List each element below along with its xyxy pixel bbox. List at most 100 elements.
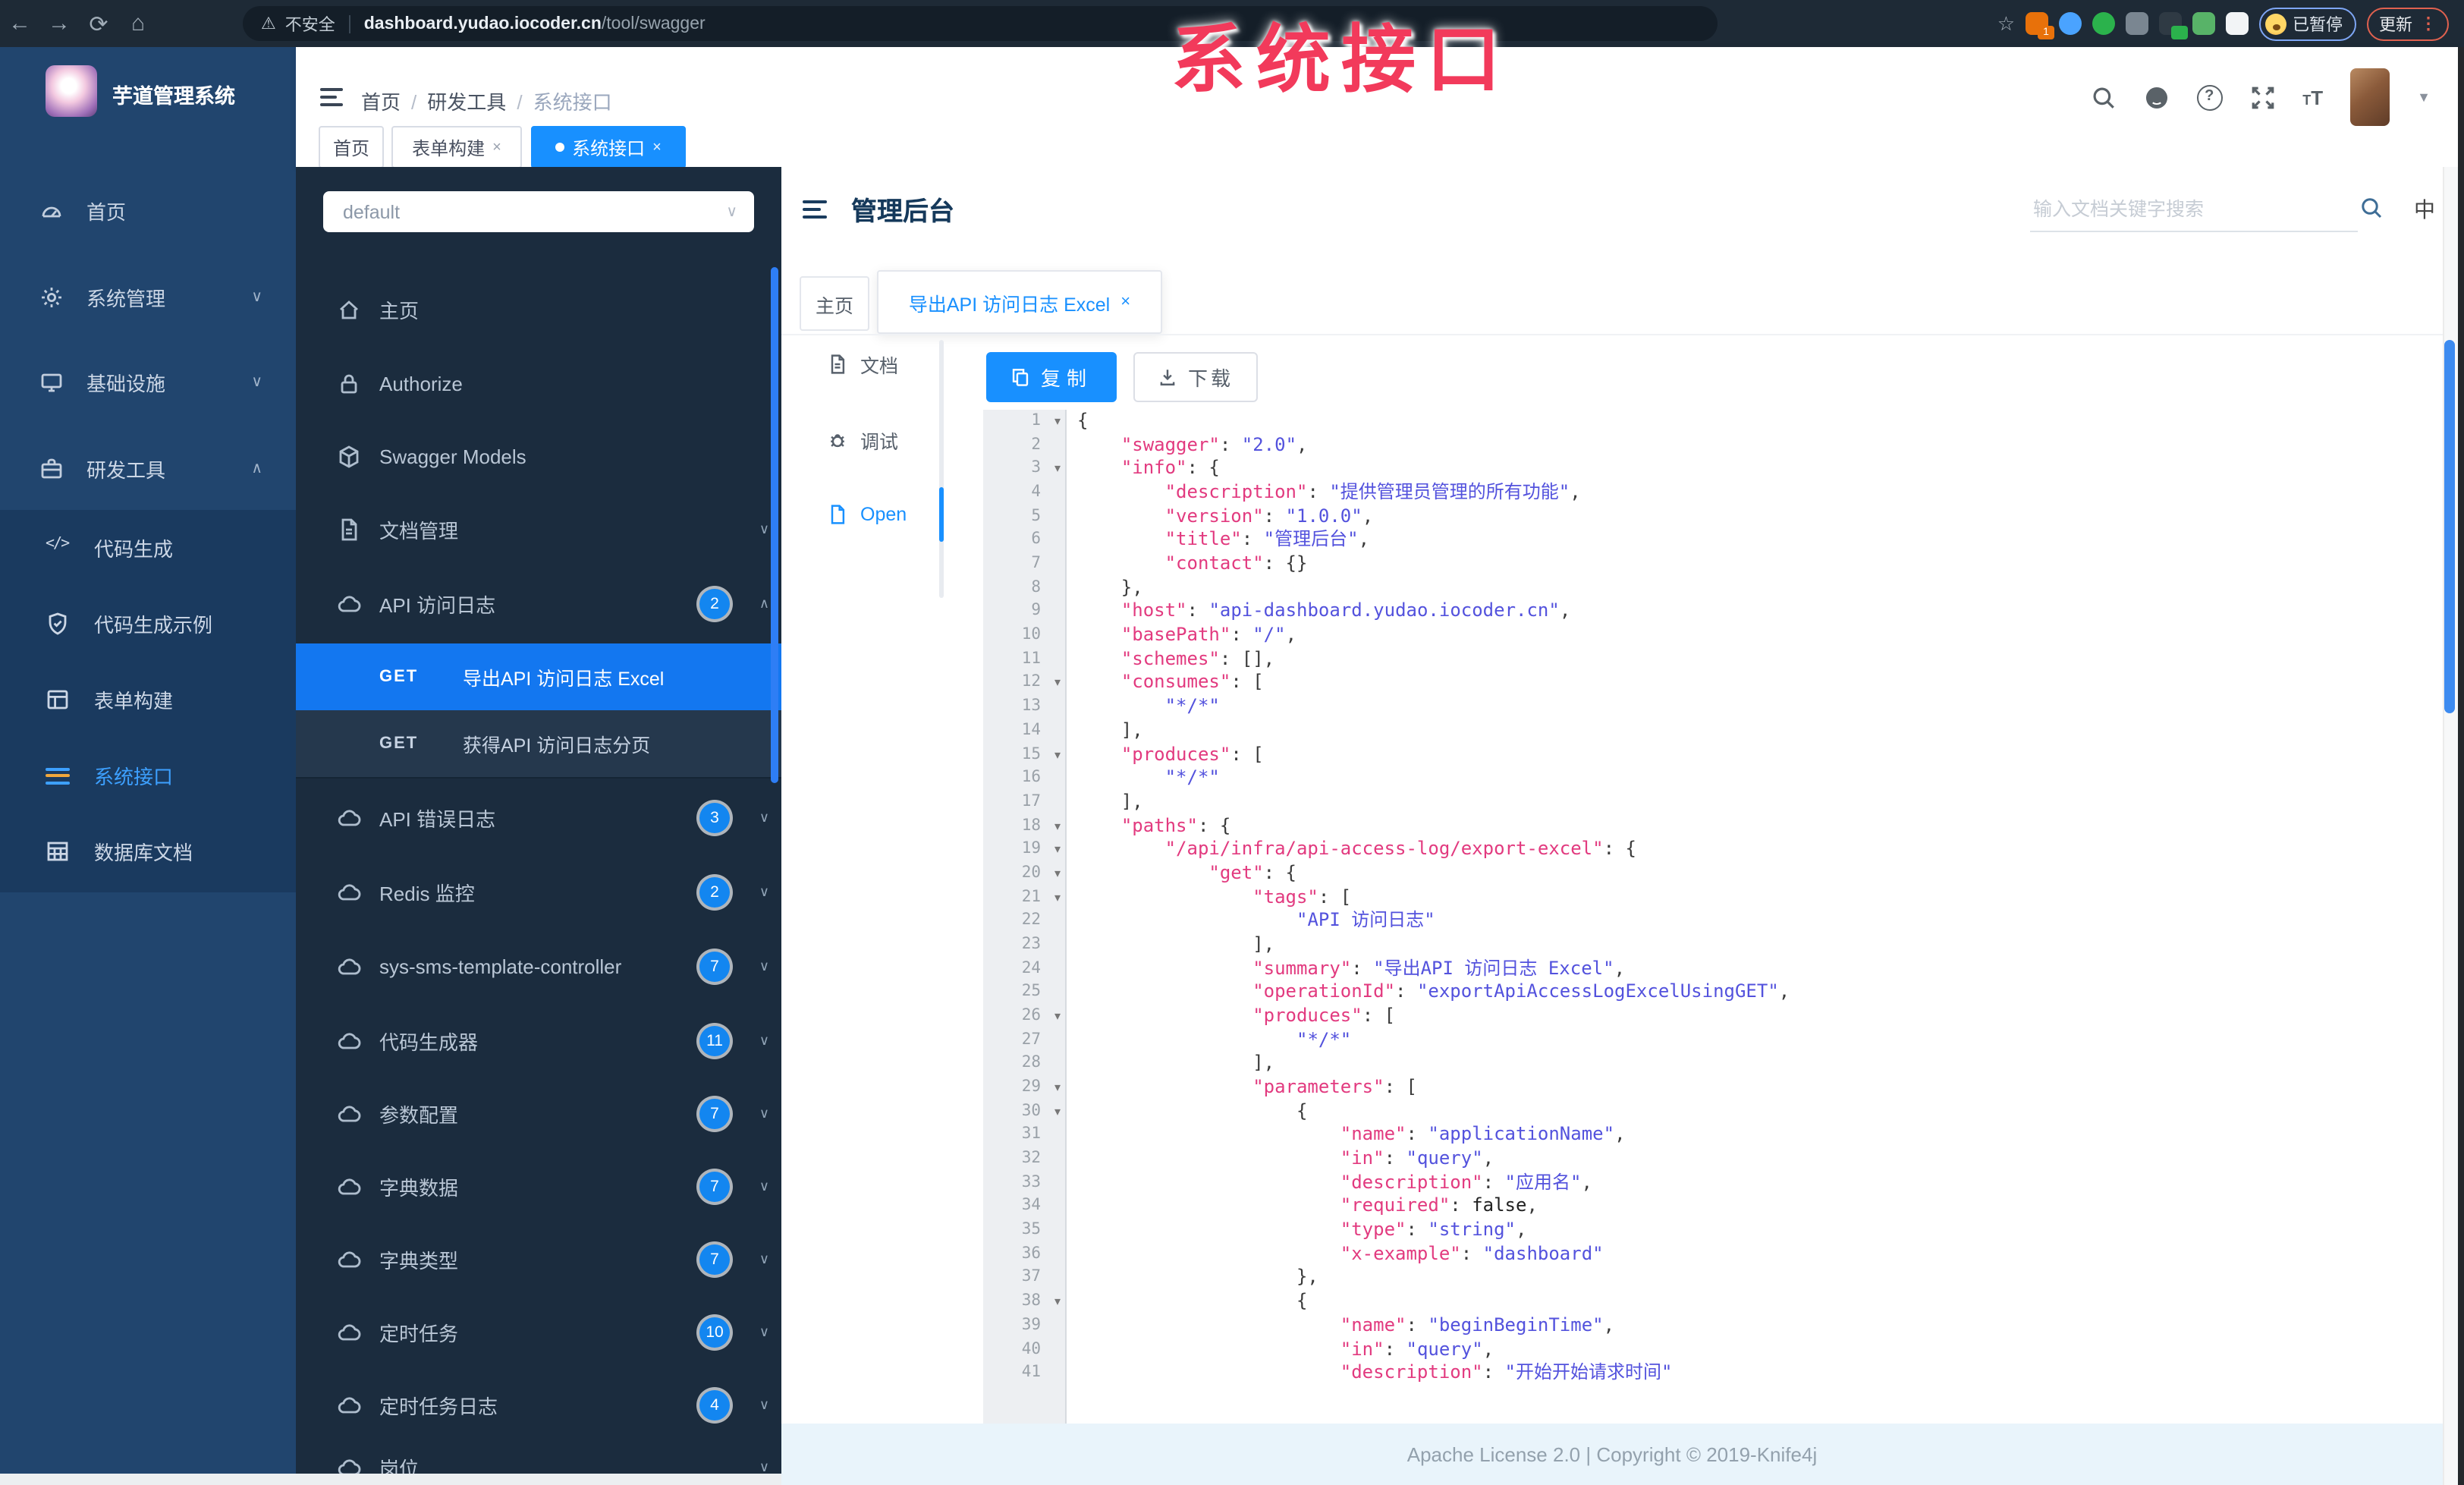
mini-nav-active-indicator (939, 487, 944, 542)
api-menu-label: API 访问日志 (379, 594, 496, 617)
fullscreen-icon[interactable] (2249, 84, 2275, 110)
user-avatar[interactable] (2350, 68, 2390, 126)
form-icon (46, 687, 70, 712)
doc-collapse-icon[interactable] (803, 200, 827, 219)
bookmark-star-icon[interactable]: ☆ (1997, 11, 2015, 36)
browser-menu-icon[interactable]: ⋮ (2420, 14, 2437, 33)
ext-orange[interactable]: 1 (2026, 12, 2054, 39)
page-tab-2[interactable]: 表单构建 × (391, 126, 522, 168)
browser-back-icon[interactable]: ← (0, 11, 39, 36)
paused-pill[interactable]: 已暂停 (2259, 7, 2356, 40)
browser-home-icon[interactable]: ⌂ (118, 11, 158, 36)
api-menu-item-8[interactable]: sys-sms-template-controller 7 ∨ (296, 930, 781, 1004)
fold-arrow-icon[interactable]: ▾ (1054, 886, 1061, 909)
fold-arrow-icon[interactable]: ▾ (1054, 743, 1061, 766)
fold-arrow-icon[interactable]: ▾ (1054, 814, 1061, 838)
sidebar-item-1[interactable]: 首页 (0, 168, 296, 253)
line-number: 15 (1021, 744, 1041, 763)
doc-tab-2[interactable]: 导出API 访问日志 Excel × (877, 270, 1162, 334)
api-menu-label: API 错误日志 (379, 808, 496, 831)
breadcrumb-item[interactable]: 研发工具 (427, 91, 506, 114)
help-icon[interactable]: ? (2196, 84, 2223, 110)
api-menu-item-11[interactable]: 字典数据 7 ∨ (296, 1150, 781, 1224)
api-menu-item-10[interactable]: 参数配置 7 ∨ (296, 1077, 781, 1151)
mini-nav-open[interactable]: Open (781, 484, 939, 545)
main-scrollbar-thumb[interactable] (2444, 340, 2455, 713)
line-number: 24 (1021, 958, 1041, 977)
mini-nav-文档[interactable]: 文档 (781, 334, 939, 395)
code-editor[interactable]: { "swagger": "2.0", "info": { "descripti… (1077, 410, 2464, 1424)
extension-badge (2171, 26, 2188, 39)
ext-grid[interactable] (2126, 12, 2148, 35)
ext-dark-monkey[interactable] (2159, 12, 2188, 39)
api-menu-item-5[interactable]: API 访问日志 2 ∧ (296, 567, 781, 641)
close-tab-icon[interactable]: × (652, 139, 662, 156)
api-menu-item-6[interactable]: API 错误日志 3 ∨ (296, 781, 781, 855)
doc-search-icon[interactable] (2359, 196, 2384, 220)
code-line: "swagger": "2.0", (1120, 433, 1308, 455)
mini-nav-调试[interactable]: 调试 (781, 409, 939, 470)
api-menu-item-4[interactable]: 文档管理 ∨ (296, 492, 781, 567)
api-menu-item-3[interactable]: Swagger Models (296, 420, 781, 494)
api-menu-item-2[interactable]: Authorize (296, 347, 781, 421)
file-icon (827, 504, 848, 525)
sidebar-subitem-3[interactable]: 表单构建 (0, 662, 296, 738)
doc-tab-1[interactable]: 主页 (800, 276, 869, 331)
close-tab-icon[interactable]: × (1120, 293, 1130, 311)
fold-arrow-icon[interactable]: ▾ (1054, 410, 1061, 433)
logo[interactable]: 芋道管理系统 (0, 56, 296, 147)
api-group-select[interactable]: default ∨ (323, 191, 754, 232)
breadcrumb-item: 系统接口 (533, 91, 612, 114)
browser-forward-icon[interactable]: → (39, 11, 79, 36)
breadcrumb-item[interactable]: 首页 (361, 91, 401, 114)
sidebar-subitem-2[interactable]: 代码生成示例 (0, 586, 296, 662)
api-menu-item-9[interactable]: 代码生成器 11 ∨ (296, 1004, 781, 1078)
api-menu-item-7[interactable]: Redis 监控 2 ∨ (296, 855, 781, 930)
fold-arrow-icon[interactable]: ▾ (1054, 1100, 1061, 1123)
browser-refresh-icon[interactable]: ⟳ (79, 10, 118, 37)
ext-paw[interactable] (2226, 12, 2249, 35)
close-tab-icon[interactable]: × (492, 139, 501, 156)
sidebar-item-4[interactable]: 研发工具 ∧ (0, 426, 296, 511)
api-menu-item-12[interactable]: 字典类型 7 ∨ (296, 1222, 781, 1297)
page-tab-1[interactable]: 首页 (319, 126, 384, 168)
page-tab-3[interactable]: 系统接口 × (531, 126, 686, 168)
search-icon[interactable] (2090, 84, 2116, 110)
fold-arrow-icon[interactable]: ▾ (1054, 838, 1061, 861)
fold-arrow-icon[interactable]: ▾ (1054, 1005, 1061, 1028)
sidebar-item-label: 首页 (86, 201, 127, 224)
copy-button[interactable]: 复制 (986, 352, 1117, 402)
language-icon[interactable]: 中 (2414, 194, 2435, 225)
ext-leaf[interactable] (2192, 12, 2215, 35)
fold-arrow-icon[interactable]: ▾ (1054, 458, 1061, 481)
fold-arrow-icon[interactable]: ▾ (1054, 1290, 1061, 1314)
api-operation-2[interactable]: GET 获得API 访问日志分页 (296, 710, 781, 779)
sidebar-subitem-4[interactable]: 系统接口 (0, 738, 296, 813)
doc-icon (827, 354, 848, 375)
url-text[interactable]: dashboard.yudao.iocoder.cn/tool/swagger (364, 14, 706, 33)
update-pill[interactable]: 更新 ⋮ (2367, 7, 2449, 40)
api-operation-label: 获得API 访问日志分页 (463, 735, 651, 757)
api-operation-1[interactable]: GET 导出API 访问日志 Excel (296, 643, 781, 712)
fold-arrow-icon[interactable]: ▾ (1054, 862, 1061, 886)
github-icon[interactable] (2143, 84, 2169, 110)
sidebar-item-3[interactable]: 基础设施 ∨ (0, 340, 296, 425)
download-button[interactable]: 下载 (1133, 352, 1258, 402)
sidebar-subitem-1[interactable]: </> 代码生成 (0, 510, 296, 586)
cloud-icon (337, 880, 361, 905)
menu-collapse-icon[interactable] (320, 88, 343, 106)
doc-search-input[interactable] (2030, 188, 2358, 232)
fold-arrow-icon[interactable]: ▾ (1054, 672, 1061, 695)
ext-green-check[interactable] (2092, 12, 2115, 35)
bottom-edge (0, 1474, 781, 1485)
code-line: ], (1077, 719, 1143, 741)
font-size-icon[interactable]: TT (2302, 86, 2323, 109)
user-menu-caret-icon[interactable]: ▼ (2417, 90, 2431, 105)
ext-pin[interactable] (2059, 12, 2082, 35)
fold-arrow-icon[interactable]: ▾ (1054, 1076, 1061, 1100)
panel-scrollbar-thumb[interactable] (771, 267, 778, 783)
api-menu-item-13[interactable]: 定时任务 10 ∨ (296, 1295, 781, 1370)
sidebar-item-2[interactable]: 系统管理 ∨ (0, 254, 296, 339)
api-menu-item-1[interactable]: 主页 (296, 272, 781, 347)
sidebar-subitem-5[interactable]: 数据库文档 (0, 813, 296, 889)
